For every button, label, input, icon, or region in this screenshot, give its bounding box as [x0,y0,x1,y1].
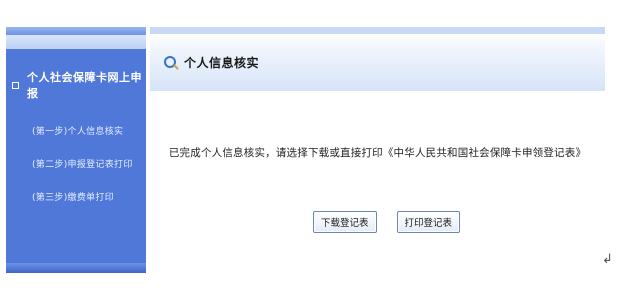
panel-title: 个人信息核实 [184,56,260,70]
action-buttons: 下载登记表 打印登记表 [150,211,605,233]
sidebar: 个人社会保障卡网上申报 (第一步)个人信息核实 (第二步)申报登记表打印 (第三… [6,27,146,273]
download-registration-button[interactable]: 下载登记表 [312,211,377,233]
magnifier-icon [164,55,179,70]
sidebar-item-print-registration[interactable]: (第二步)申报登记表打印 [6,157,146,170]
sidebar-section-header: 个人社会保障卡网上申报 [6,69,146,101]
sidebar-top-bar [6,27,146,35]
sidebar-item-verify-info[interactable]: (第一步)个人信息核实 [6,124,146,137]
sidebar-item-print-payment[interactable]: (第三步)缴费单打印 [6,190,146,203]
return-mark: ↲ [602,252,613,267]
sidebar-section-title: 个人社会保障卡网上申报 [27,71,142,100]
completion-message: 已完成个人信息核实，请选择下载或直接打印《中华人民共和国社会保障卡申领登记表》 [168,147,587,159]
sidebar-bottom-bar [6,263,146,273]
sidebar-divider [6,35,146,49]
panel-header: 个人信息核实 [150,27,605,91]
main-panel: 个人信息核实 已完成个人信息核实，请选择下载或直接打印《中华人民共和国社会保障卡… [150,27,605,273]
square-bullet-icon [12,81,19,89]
print-registration-button[interactable]: 打印登记表 [396,211,461,233]
